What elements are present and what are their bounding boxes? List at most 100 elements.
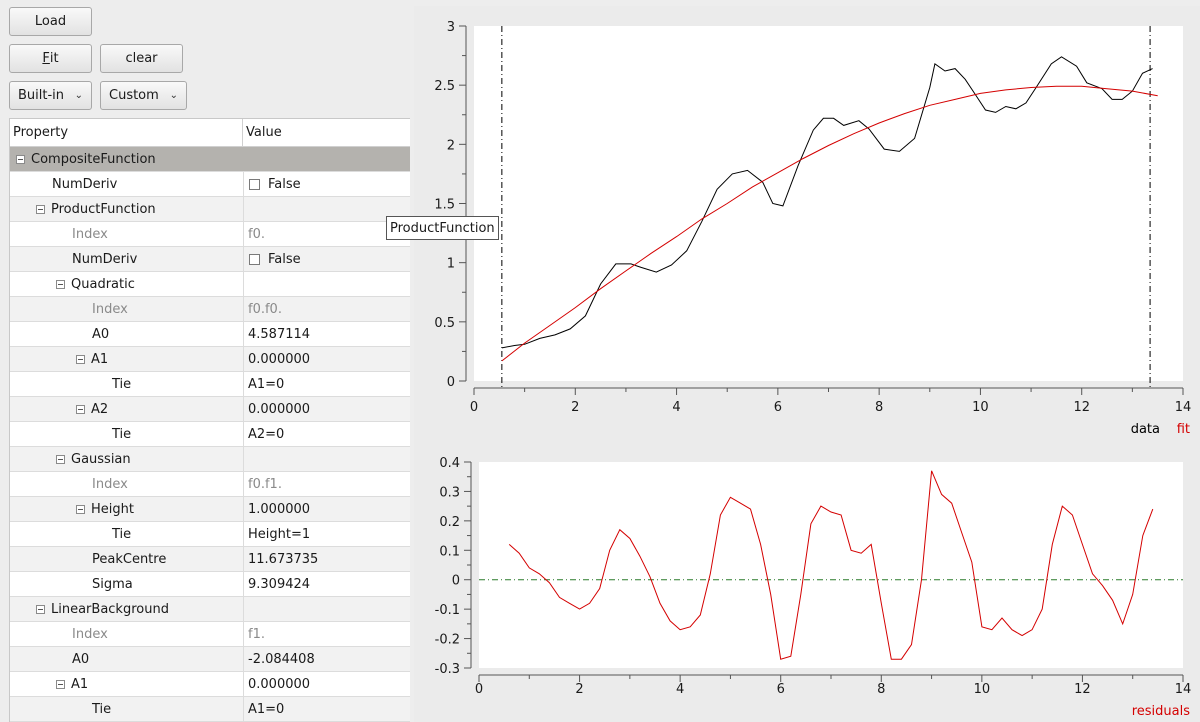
property-value: False: [268, 176, 301, 192]
property-value-cell[interactable]: -2.084408: [243, 647, 410, 671]
property-row[interactable]: NumDeriv False: [10, 172, 410, 197]
property-value-cell[interactable]: [243, 272, 410, 296]
property-value: -2.084408: [248, 651, 315, 667]
collapse-icon[interactable]: [56, 279, 65, 289]
load-button[interactable]: Load: [9, 7, 92, 36]
property-row[interactable]: Tie Height=1: [10, 522, 410, 547]
x-tick-label: 10: [972, 400, 989, 415]
property-value-cell[interactable]: 0.000000: [243, 347, 410, 371]
property-label: Index: [92, 476, 128, 492]
load-button-label: Load: [34, 14, 67, 29]
property-value-cell[interactable]: 1.000000: [243, 497, 410, 521]
property-label: Tie: [112, 426, 132, 442]
header-value[interactable]: Value: [243, 119, 282, 146]
builtin-dropdown[interactable]: Built-in ⌄: [9, 81, 92, 110]
property-browser: Property Value CompositeFunction NumDeriv…: [9, 118, 410, 722]
property-name-cell: Index: [10, 472, 243, 496]
x-tick-label: 0: [475, 682, 483, 697]
plot-residuals: -0.3 -0.2 -0.1 0 0.1 0.2 0.3 0.4 0 2 4 6 8 10 12 14 resi…: [435, 456, 1192, 719]
property-value-cell[interactable]: 4.587114: [243, 322, 410, 346]
checkbox[interactable]: [249, 178, 260, 190]
collapse-icon[interactable]: [76, 404, 85, 414]
property-row[interactable]: Tie A1=0: [10, 697, 410, 722]
property-row[interactable]: A0 -2.084408: [10, 647, 410, 672]
property-row[interactable]: PeakCentre 11.673735: [10, 547, 410, 572]
property-label: Quadratic: [71, 276, 135, 292]
property-value-cell[interactable]: f0.f0.: [243, 297, 410, 321]
clear-button[interactable]: clear: [100, 44, 183, 73]
property-value-cell[interactable]: False: [243, 172, 410, 196]
property-row[interactable]: ProductFunction: [10, 197, 410, 222]
property-label: PeakCentre: [92, 551, 167, 567]
property-row[interactable]: A2 0.000000: [10, 397, 410, 422]
custom-dropdown[interactable]: Custom ⌄: [100, 81, 187, 110]
x-tick-label: 14: [1175, 682, 1192, 697]
property-value-cell[interactable]: A1=0: [243, 372, 410, 396]
property-value-cell[interactable]: 11.673735: [243, 547, 410, 571]
property-row[interactable]: Tie A2=0: [10, 422, 410, 447]
collapse-icon[interactable]: [36, 204, 45, 214]
property-value-cell[interactable]: f0.f1.: [243, 472, 410, 496]
property-value-cell[interactable]: A2=0: [243, 422, 410, 446]
x-tick-label: 6: [774, 400, 782, 415]
property-value: f0.f1.: [248, 476, 282, 492]
x-tick-label: 14: [1175, 400, 1192, 415]
property-name-cell: NumDeriv: [10, 247, 243, 271]
property-row[interactable]: Gaussian: [10, 447, 410, 472]
property-value: f1.: [248, 626, 265, 642]
y-tick-label: 0: [452, 574, 460, 589]
property-value-cell[interactable]: A1=0: [243, 697, 410, 721]
property-row[interactable]: NumDeriv False: [10, 247, 410, 272]
property-value-cell[interactable]: Height=1: [243, 522, 410, 546]
property-value-cell[interactable]: f1.: [243, 622, 410, 646]
property-value-cell[interactable]: 0.000000: [243, 672, 410, 696]
property-label: Index: [72, 626, 108, 642]
property-value-cell[interactable]: [243, 197, 410, 221]
property-row[interactable]: CompositeFunction: [10, 147, 410, 172]
y-tick-label: 0: [447, 375, 455, 390]
collapse-icon[interactable]: [36, 604, 45, 614]
property-name-cell: Tie: [10, 697, 243, 721]
collapse-icon[interactable]: [56, 679, 65, 689]
x-tick-label: 0: [470, 400, 478, 415]
plots-canvas[interactable]: 00.511.522.530 2 4 6 8 10 12 14fitdata-0.3-0.2-…: [414, 6, 1200, 722]
x-tick-label: 10: [974, 682, 991, 697]
property-row[interactable]: Index f1.: [10, 622, 410, 647]
property-row[interactable]: A1 0.000000: [10, 672, 410, 697]
property-row[interactable]: A0 4.587114: [10, 322, 410, 347]
collapse-icon[interactable]: [16, 154, 25, 164]
clear-button-label: clear: [125, 51, 158, 66]
checkbox[interactable]: [249, 253, 260, 265]
collapse-icon[interactable]: [76, 504, 85, 514]
chevron-down-icon: ⌄: [169, 90, 178, 101]
y-tick-label: 0.4: [439, 456, 460, 471]
property-row[interactable]: Index f0.f1.: [10, 472, 410, 497]
property-row[interactable]: Index f0.f0.: [10, 297, 410, 322]
collapse-icon[interactable]: [56, 454, 65, 464]
property-value-cell[interactable]: [243, 597, 410, 621]
fit-button[interactable]: Fit: [9, 44, 92, 73]
header-property[interactable]: Property: [10, 119, 243, 146]
property-name-cell: PeakCentre: [10, 547, 243, 571]
property-row[interactable]: Sigma 9.309424: [10, 572, 410, 597]
property-name-cell: NumDeriv: [10, 172, 243, 196]
property-row[interactable]: A1 0.000000: [10, 347, 410, 372]
property-row[interactable]: LinearBackground: [10, 597, 410, 622]
property-value-cell[interactable]: 0.000000: [243, 397, 410, 421]
property-row[interactable]: Tie A1=0: [10, 372, 410, 397]
legend-residuals: residuals: [1132, 704, 1191, 719]
property-name-cell: Gaussian: [10, 447, 243, 471]
property-row[interactable]: Height 1.000000: [10, 497, 410, 522]
property-value: 11.673735: [248, 551, 319, 567]
x-tick-label: 12: [1073, 400, 1090, 415]
property-value-cell[interactable]: f0.: [243, 222, 410, 246]
property-value-cell[interactable]: [243, 447, 410, 471]
property-value: 1.000000: [248, 501, 311, 517]
property-row[interactable]: Index f0.: [10, 222, 410, 247]
property-value-cell[interactable]: False: [243, 247, 410, 271]
property-value-cell[interactable]: 9.309424: [243, 572, 410, 596]
property-row[interactable]: Quadratic: [10, 272, 410, 297]
collapse-icon[interactable]: [76, 354, 85, 364]
property-name-cell: Index: [10, 622, 243, 646]
property-name-cell: A2: [10, 397, 243, 421]
